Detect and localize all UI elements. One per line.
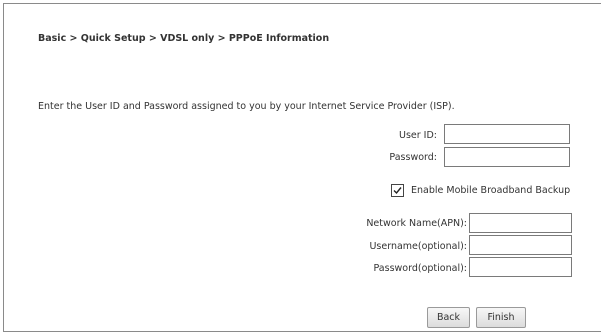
- backup-password-label: Password(optional):: [373, 263, 468, 274]
- user-id-input[interactable]: [444, 124, 570, 144]
- content-panel: Basic > Quick Setup > VDSL only > PPPoE …: [3, 3, 601, 332]
- apn-input[interactable]: [469, 213, 572, 233]
- finish-button[interactable]: Finish: [476, 307, 526, 328]
- password-input[interactable]: [444, 147, 570, 167]
- breadcrumb: Basic > Quick Setup > VDSL only > PPPoE …: [38, 33, 330, 44]
- backup-username-input[interactable]: [469, 235, 572, 255]
- enable-mobile-backup-checkbox[interactable]: [391, 184, 404, 197]
- password-label: Password:: [389, 152, 437, 163]
- checkmark-icon: [393, 187, 402, 195]
- user-id-label: User ID:: [399, 130, 437, 141]
- instructions-text: Enter the User ID and Password assigned …: [38, 101, 455, 112]
- back-button[interactable]: Back: [427, 307, 470, 328]
- apn-label: Network Name(APN):: [366, 218, 467, 229]
- enable-mobile-backup-label: Enable Mobile Broadband Backup: [411, 185, 571, 196]
- backup-password-input[interactable]: [469, 257, 572, 277]
- backup-username-label: Username(optional):: [369, 241, 467, 252]
